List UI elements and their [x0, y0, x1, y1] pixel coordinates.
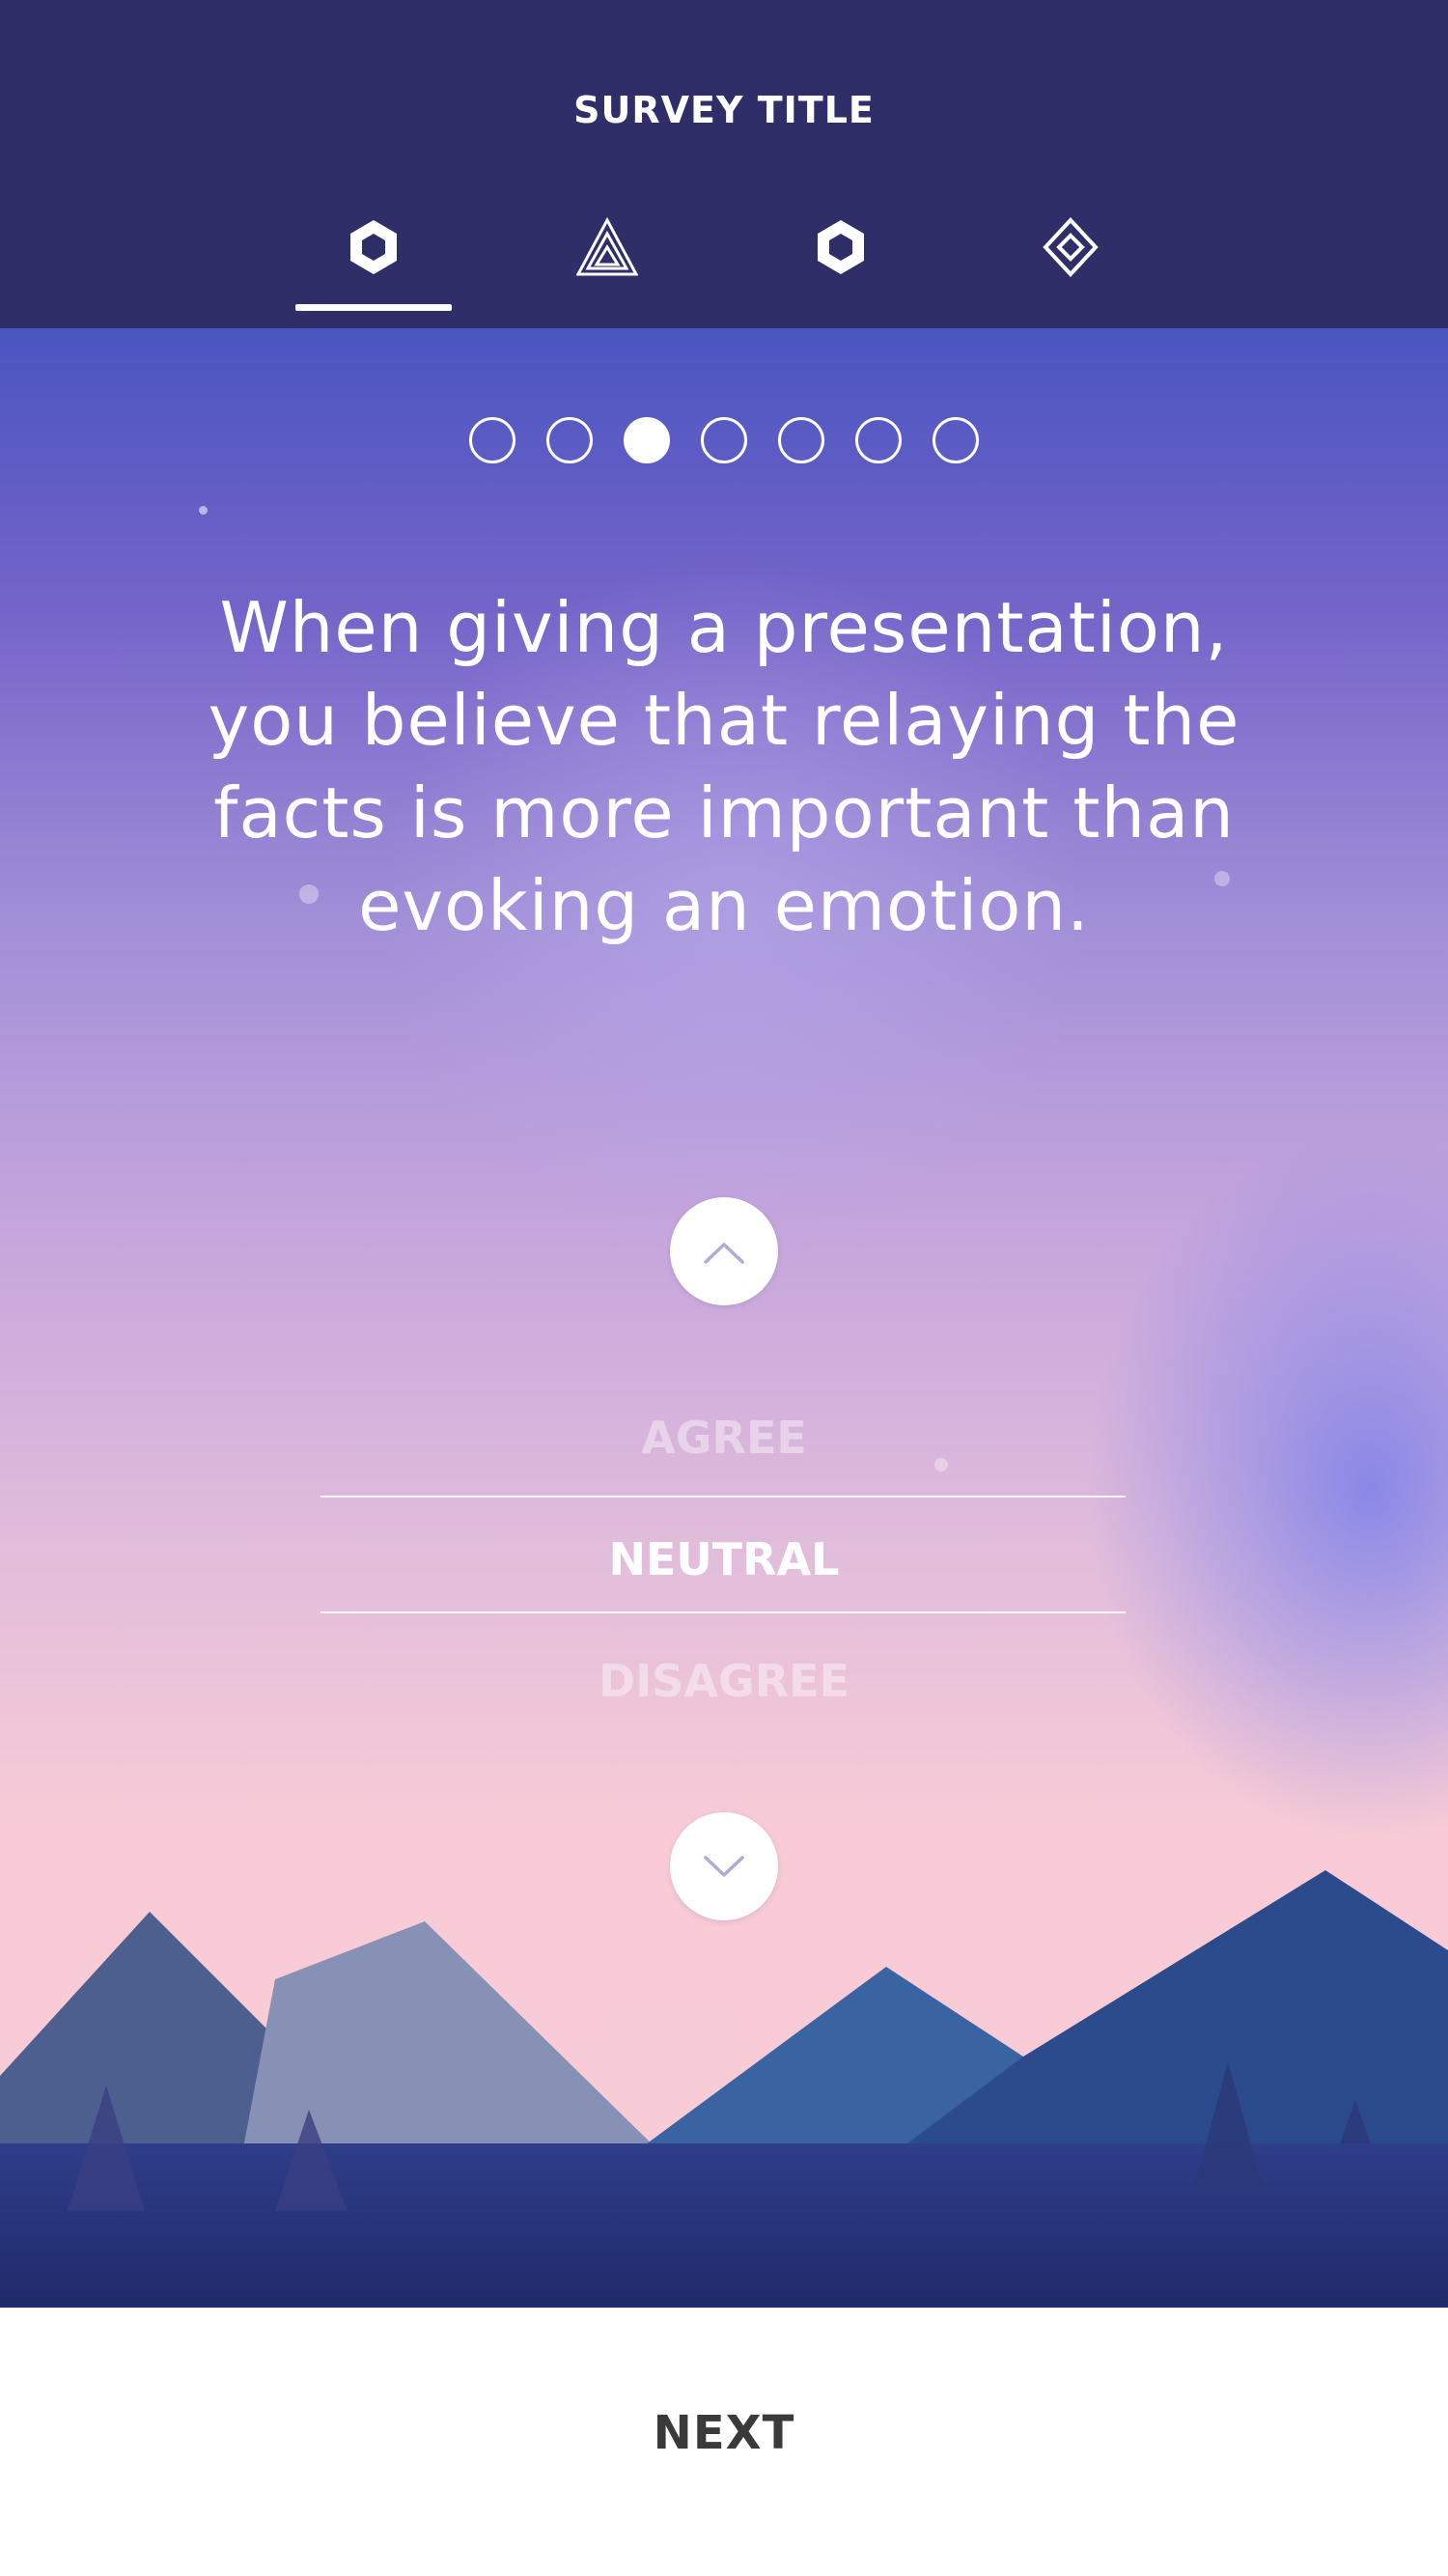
- chevron-down-icon: [704, 1856, 744, 1877]
- option-agree[interactable]: AGREE: [0, 1412, 1448, 1464]
- hexagon-icon: [350, 220, 397, 274]
- tab-hexagon-1[interactable]: [292, 193, 456, 319]
- option-neutral-selected[interactable]: NEUTRAL: [0, 1533, 1448, 1585]
- footer-bar: NEXT: [0, 2308, 1448, 2576]
- option-disagree[interactable]: DISAGREE: [0, 1655, 1448, 1707]
- active-tab-indicator: [295, 304, 452, 311]
- selection-divider-bottom: [320, 1611, 1126, 1613]
- tab-diamond[interactable]: [989, 193, 1153, 319]
- hexagon-icon: [818, 220, 864, 274]
- scroll-down-button[interactable]: [670, 1812, 778, 1920]
- diamond-icon: [1043, 217, 1099, 277]
- selection-divider-top: [320, 1496, 1126, 1498]
- survey-question-panel: When giving a presentation, you believe …: [0, 328, 1448, 2308]
- chevron-up-icon: [704, 1243, 744, 1264]
- mountains-illustration: [0, 1870, 1448, 2308]
- triangle-icon: [576, 216, 638, 276]
- header-bar: SURVEY TITLE: [0, 0, 1448, 328]
- tab-triangle[interactable]: [525, 193, 689, 319]
- survey-title: SURVEY TITLE: [573, 89, 875, 131]
- next-button[interactable]: NEXT: [531, 2366, 917, 2501]
- scroll-up-button[interactable]: [670, 1197, 778, 1305]
- tab-hexagon-2[interactable]: [759, 193, 923, 319]
